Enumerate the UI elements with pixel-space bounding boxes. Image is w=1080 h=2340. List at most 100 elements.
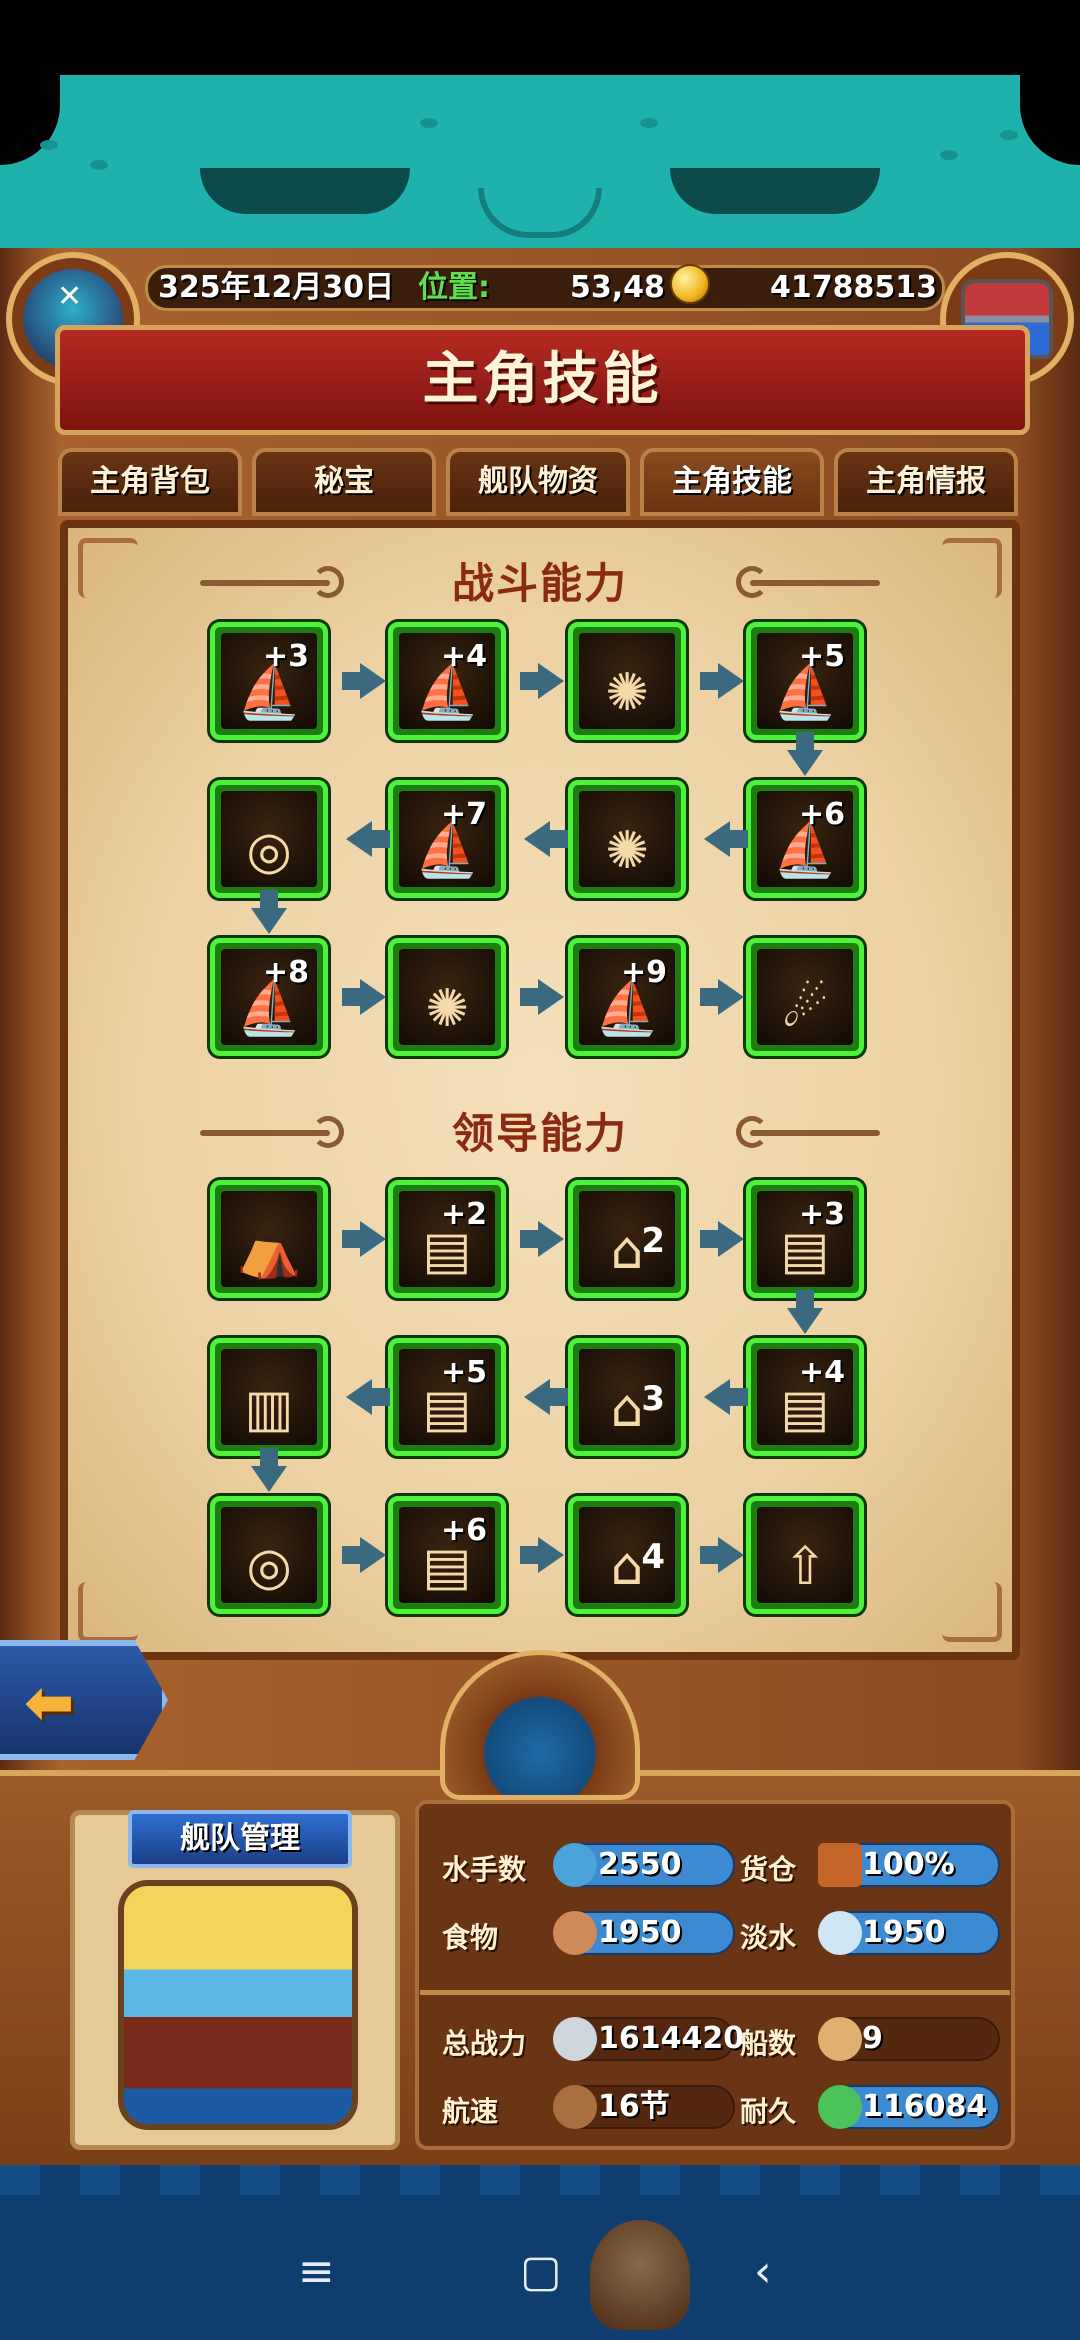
water-label: 淡水 <box>740 1921 797 1954</box>
path-arrow-icon <box>700 979 744 1015</box>
leadership-skill-9[interactable]: ◎ <box>210 1496 328 1614</box>
path-arrow-icon <box>520 979 564 1015</box>
path-arrow-icon <box>700 1537 744 1573</box>
path-arrow-icon <box>520 1537 564 1573</box>
path-arrow-icon <box>342 1221 386 1257</box>
skill-icon: ✺ <box>579 633 675 729</box>
path-arrow-icon <box>251 1448 287 1492</box>
skill-bonus-label: +2 <box>440 1197 487 1232</box>
leadership-skill-7[interactable]: ▤ +5 <box>388 1338 506 1456</box>
skill-icon: ▤ +4 <box>757 1349 853 1445</box>
combat-skill-4[interactable]: ⛵ +5 <box>746 622 864 740</box>
sailor-icon <box>553 1843 597 1887</box>
skill-icon: ⌂ 3 <box>579 1349 675 1445</box>
corner-ornament <box>942 1582 1002 1642</box>
leadership-skill-8[interactable]: ▥ <box>210 1338 328 1456</box>
tab-secret-treasure[interactable]: 秘宝 <box>252 448 436 516</box>
combat-skill-9[interactable]: ⛵ +8 <box>210 938 328 1056</box>
chevron-left-icon[interactable]: ‹ <box>754 2246 772 2297</box>
nav-wave-decoration <box>0 2165 1080 2195</box>
flourish-curl-icon <box>312 1116 344 1148</box>
page-title: 主角技能 <box>422 347 663 412</box>
combat-skill-5[interactable]: ⛵ +6 <box>746 780 864 898</box>
skill-glyph-icon: ⇧ <box>783 1537 827 1597</box>
fleet-management-button[interactable]: 舰队管理 <box>128 1810 352 1868</box>
path-arrow-icon <box>520 663 564 699</box>
mascot-character-icon <box>590 2220 690 2330</box>
combat-skill-1[interactable]: ⛵ +3 <box>210 622 328 740</box>
skill-glyph-icon: ⛺ <box>236 1221 302 1281</box>
skill-bonus-label: +7 <box>440 797 487 832</box>
menu-icon[interactable]: ≡ <box>298 2246 335 2297</box>
combat-skill-12[interactable]: ☄ <box>746 938 864 1056</box>
skill-icon: ⛵ +8 <box>221 949 317 1045</box>
combat-skill-2[interactable]: ⛵ +4 <box>388 622 506 740</box>
path-arrow-icon <box>700 1221 744 1257</box>
ship-cutaway-image[interactable] <box>118 1880 358 2130</box>
skill-icon: ⛵ +9 <box>579 949 675 1045</box>
path-arrow-icon <box>700 663 744 699</box>
skill-bonus-label: +8 <box>262 955 309 990</box>
food-label: 食物 <box>442 1921 499 1954</box>
game-date: 325年12月30日 <box>158 270 395 305</box>
durability-value: 116084 <box>862 2089 988 2124</box>
combat-skill-10[interactable]: ✺ <box>388 938 506 1056</box>
durability-label: 耐久 <box>740 2095 797 2128</box>
leadership-skill-1[interactable]: ⛺ <box>210 1180 328 1298</box>
home-square-icon[interactable]: ▢ <box>520 2246 562 2297</box>
sailors-label: 水手数 <box>442 1853 527 1886</box>
ship-hull-icon <box>818 2085 862 2129</box>
path-arrow-icon <box>342 663 386 699</box>
title-flourish-left <box>200 580 330 586</box>
corner-ornament <box>78 538 138 598</box>
leadership-skill-12[interactable]: ⇧ <box>746 1496 864 1614</box>
leadership-skill-11[interactable]: ⌂ 4 <box>568 1496 686 1614</box>
leadership-skill-6[interactable]: ⌂ 3 <box>568 1338 686 1456</box>
path-arrow-icon <box>346 1379 390 1415</box>
tab-hero-intel[interactable]: 主角情报 <box>834 448 1018 516</box>
skill-icon: ◎ <box>221 791 317 887</box>
path-arrow-icon <box>520 1221 564 1257</box>
skill-bonus-label: +4 <box>440 639 487 674</box>
combat-skill-8[interactable]: ◎ <box>210 780 328 898</box>
skill-glyph-icon: ◎ <box>246 821 292 881</box>
skill-glyph-icon: ✺ <box>425 979 469 1039</box>
skill-icon: ▤ +5 <box>399 1349 495 1445</box>
path-arrow-icon <box>704 1379 748 1415</box>
tab-hero-skills[interactable]: 主角技能 <box>640 448 824 516</box>
leadership-skill-4[interactable]: ▤ +3 <box>746 1180 864 1298</box>
combat-skill-6[interactable]: ✺ <box>568 780 686 898</box>
skill-glyph-icon: ✺ <box>605 663 649 723</box>
combat-skill-7[interactable]: ⛵ +7 <box>388 780 506 898</box>
tab-fleet-supplies[interactable]: 舰队物资 <box>446 448 630 516</box>
tab-backpack[interactable]: 主角背包 <box>58 448 242 516</box>
cargo-crate-icon <box>818 1843 862 1887</box>
path-arrow-icon <box>346 821 390 857</box>
leadership-skill-3[interactable]: ⌂ 2 <box>568 1180 686 1298</box>
leadership-skill-2[interactable]: ▤ +2 <box>388 1180 506 1298</box>
flourish-curl-icon <box>736 1116 768 1148</box>
teal-mascot-header <box>0 75 1080 275</box>
sailboat-icon <box>553 2085 597 2129</box>
skill-bonus-label: +4 <box>798 1355 845 1390</box>
crossed-swords-icon <box>553 2017 597 2061</box>
water-jug-icon <box>818 1911 862 1955</box>
skill-bonus-label: +3 <box>798 1197 845 1232</box>
path-arrow-icon <box>524 1379 568 1415</box>
gold-coin-icon <box>670 264 710 304</box>
skill-icon: ▤ +6 <box>399 1507 495 1603</box>
combat-skill-11[interactable]: ⛵ +9 <box>568 938 686 1056</box>
gold-amount: 41788513 <box>770 270 937 305</box>
ship-count-label: 船数 <box>740 2027 797 2060</box>
flourish-curl-icon <box>736 566 768 598</box>
skill-glyph-icon: ◎ <box>246 1537 292 1597</box>
leadership-skill-5[interactable]: ▤ +4 <box>746 1338 864 1456</box>
skill-icon: ▥ <box>221 1349 317 1445</box>
mouth-divider <box>534 188 546 228</box>
skill-level-label: 3 <box>641 1379 665 1419</box>
leadership-skill-10[interactable]: ▤ +6 <box>388 1496 506 1614</box>
skill-level-label: 4 <box>641 1537 665 1577</box>
skill-bonus-label: +6 <box>798 797 845 832</box>
combat-skill-3[interactable]: ✺ <box>568 622 686 740</box>
skill-glyph-icon: ▥ <box>244 1379 294 1439</box>
